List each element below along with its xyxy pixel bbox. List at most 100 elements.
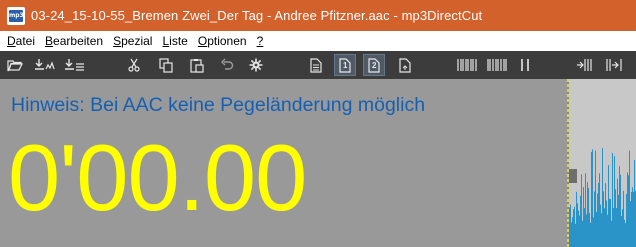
open-folder-icon[interactable] [4,54,26,76]
page-2-button[interactable]: 2 [363,54,385,76]
waveform-bar [570,204,571,247]
page-export-icon[interactable] [394,54,416,76]
split-marker-icon[interactable] [454,54,480,76]
waveform-bar [625,223,626,247]
waveform-bar [580,195,581,247]
waveform-bar [623,190,624,247]
waveform-bar [579,215,580,247]
waveform-bar [574,206,575,247]
move-start-icon[interactable] [573,54,595,76]
title-bar: mp3 03-24_15-10-55_Bremen Zwei_Der Tag -… [0,0,636,31]
waveform-bar [599,173,600,247]
waveform-bar [592,149,593,247]
waveform-bar [633,191,634,247]
waveform-bar [629,150,630,247]
waveform-bar [573,209,574,247]
waveform-bar [624,219,625,247]
waveform-bar [578,210,579,247]
waveform-bar [585,173,586,247]
waveform-bar [603,191,604,247]
waveform-bar [621,216,622,247]
undo-icon[interactable] [216,54,238,76]
waveform-panel[interactable] [567,79,636,247]
settings-gear-icon[interactable] [245,54,267,76]
waveform-bar [571,222,572,247]
waveform-bar [604,208,605,247]
waveform-bar [626,194,627,247]
waveform-bar [609,198,610,247]
waveform-bar [627,172,628,247]
waveform-bar [591,151,592,247]
waveform-bar [601,213,602,247]
cut-icon[interactable] [123,54,145,76]
waveform-bar [589,212,590,247]
waveform-bar [593,217,594,247]
waveform-bar [600,204,601,247]
waveform-bar [631,191,632,247]
waveform-bar [602,148,603,247]
menu-bearbeiten[interactable]: Bearbeiten [40,34,108,48]
waveform-bar [587,182,588,247]
pause-markers-icon[interactable] [514,54,536,76]
save-icon[interactable] [32,54,58,76]
waveform-bar [569,207,570,247]
waveform-bar [584,208,585,247]
waveform-bar [605,183,606,247]
waveform-bar [614,156,615,247]
waveform-bar [594,191,595,247]
waveform-bar [597,193,598,247]
waveform-bar [622,209,623,247]
waveform-bar [628,175,629,247]
waveform-bar [607,214,608,247]
page-icon[interactable] [305,54,327,76]
waveform-bar [612,152,613,247]
waveform-bar [596,211,597,247]
waveform-bar [634,159,635,247]
waveform-bar [608,165,609,247]
page-1-label: 1 [343,61,348,70]
waveform-bar [606,200,607,247]
hint-text: Hinweis: Bei AAC keine Pegeländerung mög… [11,94,426,116]
move-end-icon[interactable] [603,54,625,76]
waveform-bar [616,208,617,247]
paste-icon[interactable] [186,54,208,76]
waveform-bar [630,201,631,247]
waveform-bar [617,178,618,247]
time-display: 0'00.00 [8,125,307,230]
menu-datei[interactable]: Datei [2,34,40,48]
waveform-bar [581,174,582,247]
save-list-icon[interactable] [62,54,88,76]
window-title: 03-24_15-10-55_Bremen Zwei_Der Tag - And… [31,8,483,23]
app-icon-label: mp3 [9,9,24,22]
waveform-bar [572,217,573,247]
waveform-bar [632,187,633,247]
waveform-bar [583,187,584,247]
waveform-bar [620,174,621,247]
menu-optionen[interactable]: Optionen [193,34,252,48]
waveform-bar [595,150,596,247]
waveform-bar [577,203,578,247]
waveform-bar [611,220,612,247]
waveform-bar [576,191,577,247]
waveform-bar [615,189,616,247]
menu-help[interactable]: ? [252,34,269,48]
waveform-bars [569,148,636,247]
page-2-label: 2 [372,61,377,70]
toolbar: 1 2 [0,51,636,79]
waveform-bar [613,207,614,247]
copy-icon[interactable] [155,54,177,76]
waveform-bar [586,214,587,247]
menu-bar: Datei Bearbeiten Spezial Liste Optionen … [0,31,636,51]
menu-liste[interactable]: Liste [157,34,192,48]
multi-marker-icon[interactable] [484,54,510,76]
waveform [569,148,636,247]
menu-spezial[interactable]: Spezial [108,34,157,48]
app-icon[interactable]: mp3 [7,6,25,25]
time-display-panel: Hinweis: Bei AAC keine Pegeländerung mög… [0,79,567,247]
waveform-bar [590,222,591,247]
waveform-bar [575,223,576,247]
waveform-bar [588,188,589,247]
waveform-bar [618,194,619,247]
page-1-button[interactable]: 1 [334,54,356,76]
waveform-bar [582,220,583,247]
